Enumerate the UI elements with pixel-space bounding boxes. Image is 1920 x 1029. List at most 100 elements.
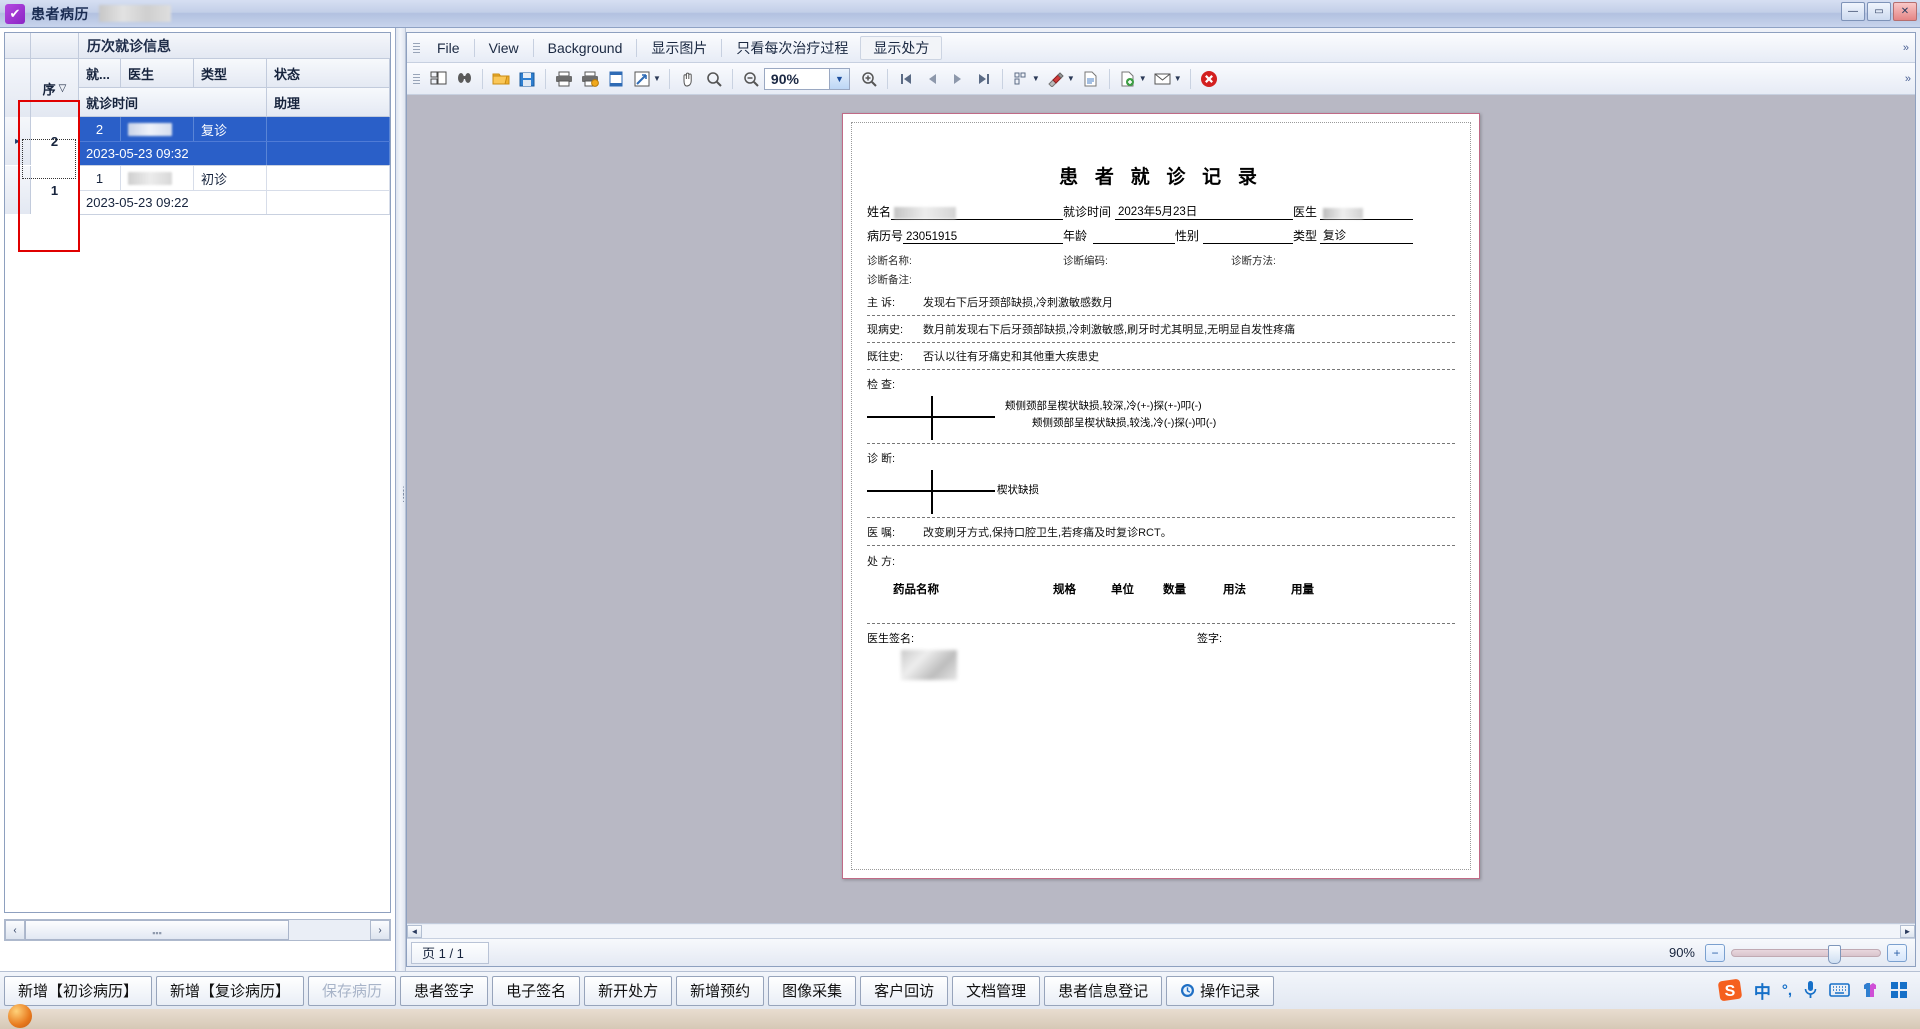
column-header-doctor[interactable]: 医生 — [121, 59, 194, 87]
toolbar-expand-icon[interactable]: » — [1905, 73, 1911, 85]
search-icon[interactable] — [451, 66, 477, 92]
zoom-slider[interactable] — [1731, 944, 1881, 964]
menubar-expand-icon[interactable]: » — [1903, 42, 1909, 54]
voice-input-icon[interactable] — [1803, 980, 1818, 1000]
add-followup-record-button[interactable]: 新增【复诊病历】 — [156, 975, 305, 1006]
soft-keyboard-icon[interactable] — [1829, 982, 1850, 998]
quick-print-icon[interactable] — [577, 66, 603, 92]
previous-page-icon[interactable] — [919, 66, 945, 92]
sogou-logo-icon[interactable]: S — [1717, 978, 1743, 1002]
maximize-button[interactable]: ▭ — [1867, 2, 1891, 21]
new-prescription-button[interactable]: 新开处方 — [584, 975, 673, 1006]
magnifier-icon[interactable] — [701, 66, 727, 92]
menu-show-images[interactable]: 显示图片 — [639, 36, 719, 60]
zoom-in-icon[interactable] — [856, 66, 882, 92]
add-initial-record-button[interactable]: 新增【初诊病历】 — [4, 975, 153, 1006]
export-document-icon[interactable] — [1115, 66, 1141, 92]
zoom-input[interactable]: 90% — [763, 67, 830, 90]
skin-icon[interactable] — [1861, 981, 1879, 999]
cell-type: 复诊 — [194, 117, 267, 141]
document-horizontal-scrollbar[interactable]: ◄ ► — [407, 923, 1915, 938]
column-header-visit-time[interactable]: 就诊时间 — [79, 88, 267, 116]
menu-separator — [721, 38, 723, 57]
doc-scroll-right-button[interactable]: ► — [1900, 924, 1915, 938]
email-dropdown-caret-icon[interactable]: ▼ — [1174, 74, 1182, 83]
doc-scroll-left-button[interactable]: ◄ — [407, 924, 422, 938]
page-setup-icon[interactable] — [603, 66, 629, 92]
scroll-left-button[interactable]: ‹ — [5, 920, 25, 940]
column-header-assistant[interactable]: 助理 — [267, 88, 390, 116]
close-preview-icon[interactable] — [1196, 66, 1222, 92]
menu-file[interactable]: File — [425, 36, 472, 60]
toolbar-separator — [1189, 68, 1191, 89]
punctuation-mode-icon[interactable]: °, — [1782, 982, 1792, 999]
zoom-dropdown-button[interactable]: ▼ — [829, 67, 850, 90]
export-dropdown-caret-icon[interactable]: ▼ — [1139, 74, 1147, 83]
print-icon[interactable] — [551, 66, 577, 92]
image-capture-button[interactable]: 图像采集 — [768, 975, 857, 1006]
operation-log-button[interactable]: 操作记录 — [1166, 975, 1275, 1006]
chinese-input-mode-icon[interactable]: 中 — [1754, 978, 1771, 1003]
multipage-dropdown-caret-icon[interactable]: ▼ — [1032, 74, 1040, 83]
document-management-button[interactable]: 文档管理 — [952, 975, 1041, 1006]
customer-followup-button[interactable]: 客户回访 — [860, 975, 949, 1006]
row-indicator-column-header — [5, 59, 31, 117]
save-icon[interactable] — [514, 66, 540, 92]
column-header-row-2: 就诊时间 助理 — [79, 88, 390, 117]
toolbar-gripper-icon[interactable] — [411, 68, 421, 90]
zoom-in-button[interactable]: + — [1887, 943, 1907, 962]
scale-dropdown-caret-icon[interactable]: ▼ — [653, 74, 661, 83]
new-appointment-button[interactable]: 新增预约 — [676, 975, 765, 1006]
zoom-percent-label: 90% — [1668, 945, 1695, 960]
column-header-status[interactable]: 状态 — [267, 59, 390, 87]
export-icon[interactable] — [1078, 66, 1104, 92]
seq-column-header[interactable]: 序 ▽ — [31, 59, 79, 117]
cell-type: 初诊 — [194, 166, 267, 190]
multipage-icon[interactable] — [1008, 66, 1034, 92]
first-page-icon[interactable] — [893, 66, 919, 92]
zoom-slider-thumb[interactable] — [1828, 944, 1841, 964]
redacted-doctor-name — [128, 122, 172, 136]
watermark-dropdown-caret-icon[interactable]: ▼ — [1067, 74, 1075, 83]
patient-info-registration-button[interactable]: 患者信息登记 — [1044, 975, 1163, 1006]
minimize-button[interactable]: — — [1841, 2, 1865, 21]
panel-splitter[interactable]: ⋮ ⋮ ⋮ — [396, 28, 408, 971]
scroll-thumb[interactable]: ▪▪▪ — [25, 920, 289, 940]
electronic-signature-button[interactable]: 电子签名 — [492, 975, 581, 1006]
redacted-doctor-name — [128, 171, 172, 185]
doc-scroll-track[interactable] — [422, 924, 1900, 938]
menu-only-treatment-process[interactable]: 只看每次治疗过程 — [724, 36, 860, 60]
menubar-gripper-icon[interactable] — [411, 37, 421, 59]
last-page-icon[interactable] — [971, 66, 997, 92]
band-title: 历次就诊信息 — [87, 37, 171, 54]
title-bar: ✔ 患者病历 — ▭ ✕ — [0, 0, 1920, 28]
start-button-icon[interactable] — [8, 1004, 32, 1028]
menu-view[interactable]: View — [477, 36, 531, 60]
viewer-toolbar: ▼ 90% ▼ ▼ ▼ ▼ ▼ » — [407, 63, 1915, 95]
document-canvas[interactable]: 患 者 就 诊 记 录 姓名 就诊时间 2023年5月23日 医生 病历号 23… — [407, 95, 1915, 923]
row-data-region: 1 初诊 2023-05-23 09:22 — [79, 166, 390, 215]
column-header-row-1: 就... 医生 类型 状态 — [79, 59, 390, 88]
menu-show-prescription[interactable]: 显示处方 — [860, 35, 943, 60]
grid-header-zone: 序 ▽ 就... 医生 类型 状态 就诊时间 助理 — [5, 59, 390, 117]
email-icon[interactable] — [1150, 66, 1176, 92]
thumbnails-icon[interactable] — [425, 66, 451, 92]
zoom-out-icon[interactable] — [738, 66, 764, 92]
scroll-track[interactable]: ▪▪▪ — [25, 920, 370, 940]
zoom-out-button[interactable]: − — [1705, 943, 1725, 962]
system-tray: S 中 °, — [1640, 971, 1920, 1009]
history-icon — [1180, 983, 1195, 998]
close-button[interactable]: ✕ — [1893, 2, 1917, 21]
toolbox-icon[interactable] — [1890, 981, 1908, 999]
menu-background[interactable]: Background — [536, 36, 635, 60]
grid-horizontal-scrollbar[interactable]: ‹ ▪▪▪ › — [4, 919, 391, 941]
watermark-icon[interactable] — [1043, 66, 1069, 92]
column-header-visit-no[interactable]: 就... — [79, 59, 121, 87]
scroll-right-button[interactable]: › — [370, 920, 390, 940]
patient-signature-button[interactable]: 患者签字 — [400, 975, 489, 1006]
next-page-icon[interactable] — [945, 66, 971, 92]
scale-icon[interactable] — [629, 66, 655, 92]
open-folder-icon[interactable] — [488, 66, 514, 92]
hand-tool-icon[interactable] — [675, 66, 701, 92]
column-header-type[interactable]: 类型 — [194, 59, 267, 87]
